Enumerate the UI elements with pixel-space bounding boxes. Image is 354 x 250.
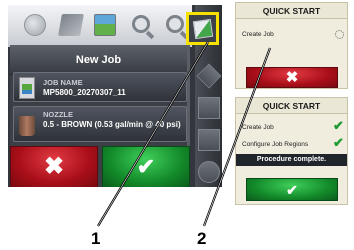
side-tool-icon[interactable] — [198, 129, 220, 151]
checkmark-icon: ✔ — [136, 154, 156, 179]
job-name-label: JOB NAME — [43, 78, 83, 87]
new-job-panel: New Job JOB NAME MP5800_20270307_11 NOZZ… — [10, 45, 190, 187]
quick-start-panel-complete: QUICK START Create Job ✔ Configure Job R… — [235, 97, 348, 205]
globe-icon[interactable] — [24, 14, 46, 36]
callout-number-1: 1 — [91, 229, 101, 248]
procedure-complete-message: Procedure complete. — [236, 154, 347, 166]
checkmark-icon: ✔ — [333, 118, 344, 133]
quick-start-icon — [192, 18, 213, 39]
confirm-button[interactable]: ✔ — [246, 178, 338, 201]
quick-start-title: QUICK START — [236, 3, 347, 19]
nozzle-value: 0.5 - BROWN (0.53 gal/min @ 40 psi) — [43, 120, 181, 129]
close-icon: ✖ — [43, 153, 65, 180]
step-configure-job-regions-label: Configure Job Regions — [242, 141, 309, 148]
nozzle-field[interactable]: NOZZLE 0.5 - BROWN (0.53 gal/min @ 40 ps… — [13, 106, 187, 142]
step-create-job-label: Create Job — [242, 31, 274, 38]
quick-start-panel-pending: QUICK START Create Job ✖ — [235, 2, 348, 89]
nozzle-icon — [19, 116, 35, 136]
top-toolbar — [8, 5, 192, 47]
checkmark-icon: ✔ — [333, 135, 344, 150]
step-create-job-label: Create Job — [242, 124, 274, 131]
map-view-icon[interactable] — [94, 14, 116, 36]
checkmark-icon: ✔ — [286, 181, 298, 198]
close-icon: ✖ — [285, 69, 299, 86]
job-name-field[interactable]: JOB NAME MP5800_20270307_11 — [13, 72, 187, 102]
side-tool-icon[interactable] — [198, 97, 220, 119]
side-tool-icon[interactable] — [196, 63, 222, 89]
zoom-out-icon[interactable] — [132, 15, 150, 33]
pending-status-icon — [335, 30, 344, 39]
side-tool-icon[interactable] — [198, 161, 220, 183]
layers-icon[interactable] — [58, 14, 84, 36]
confirm-button[interactable]: ✔ — [102, 146, 190, 187]
job-name-value: MP5800_20270307_11 — [43, 88, 126, 97]
quick-start-button[interactable] — [186, 12, 219, 45]
panel-title: New Job — [10, 45, 187, 75]
zoom-in-icon[interactable] — [166, 15, 184, 33]
callout-number-2: 2 — [197, 229, 207, 248]
nozzle-label: NOZZLE — [43, 110, 73, 119]
cancel-button[interactable]: ✖ — [246, 67, 338, 88]
cancel-button[interactable]: ✖ — [10, 146, 98, 187]
quick-start-title: QUICK START — [236, 98, 347, 114]
job-document-icon — [19, 77, 35, 99]
